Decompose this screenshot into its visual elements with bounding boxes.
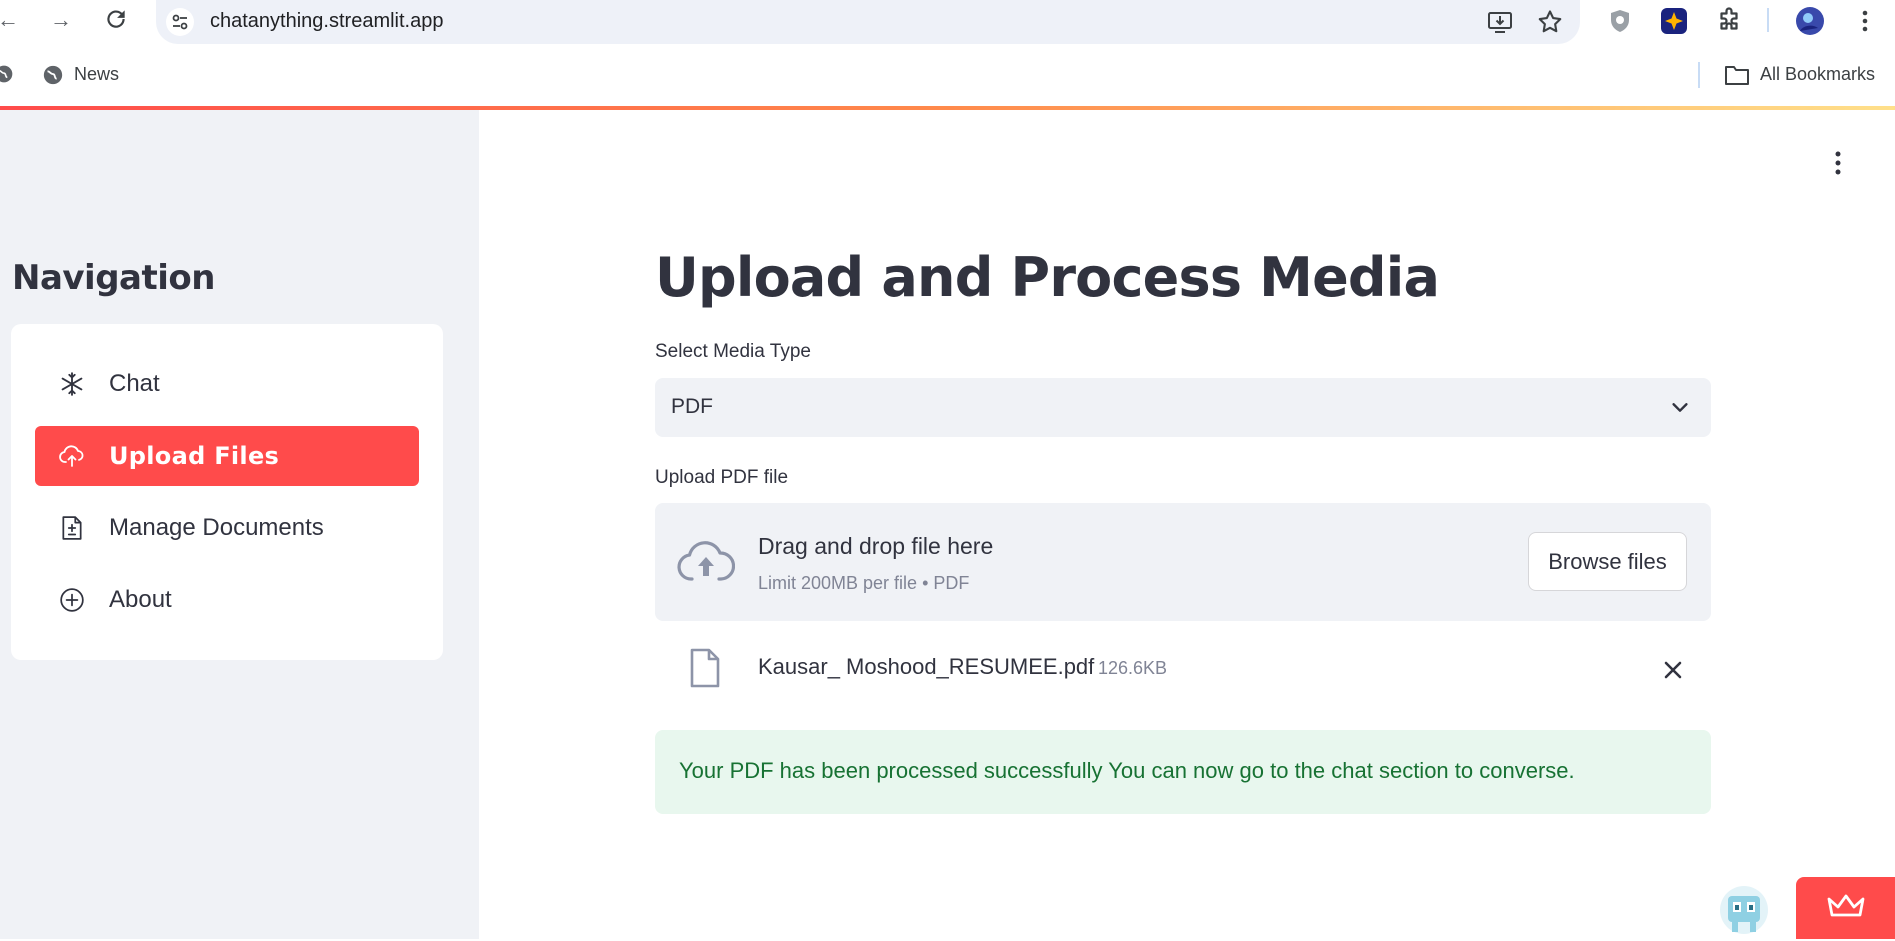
cloud-upload-icon — [677, 539, 736, 585]
page-title: Upload and Process Media — [655, 246, 1440, 309]
nav-item-label: About — [109, 586, 172, 613]
all-bookmarks[interactable]: All Bookmarks — [1760, 64, 1875, 85]
media-type-value: PDF — [671, 395, 713, 418]
address-bar[interactable]: chatanything.streamlit.app — [156, 0, 1580, 44]
cloud-upload-icon — [55, 439, 89, 473]
bookmarks-divider — [1698, 62, 1700, 88]
nav-item-label: Upload Files — [109, 442, 280, 470]
streamlit-badge-button[interactable] — [1796, 877, 1895, 939]
nav-item-manage-documents[interactable]: Manage Documents — [35, 498, 419, 558]
media-type-select[interactable]: PDF — [655, 378, 1711, 437]
sidebar-title: Navigation — [12, 258, 215, 298]
snowflake-icon — [55, 367, 89, 401]
profile-avatar[interactable] — [1795, 6, 1825, 36]
site-settings-icon[interactable] — [166, 8, 194, 36]
install-app-icon[interactable] — [1486, 8, 1514, 36]
file-icon — [688, 648, 722, 688]
nav-menu: Chat Upload Files Manage Documents About — [11, 324, 443, 660]
globe-icon[interactable] — [0, 64, 14, 89]
nav-item-about[interactable]: About — [35, 570, 419, 630]
folder-icon[interactable] — [1724, 64, 1750, 91]
nav-item-upload-files[interactable]: Upload Files — [35, 426, 419, 486]
forward-icon[interactable]: → — [47, 6, 75, 34]
plus-circle-icon — [55, 583, 89, 617]
toolbar-divider — [1767, 8, 1769, 32]
crown-icon — [1826, 893, 1866, 924]
file-size: 126.6KB — [1098, 658, 1168, 678]
nav-item-label: Chat — [109, 370, 160, 397]
browser-menu-icon[interactable] — [1850, 6, 1880, 36]
nav-item-label: Manage Documents — [109, 514, 324, 541]
url-text: chatanything.streamlit.app — [210, 10, 444, 32]
browse-files-button[interactable]: Browse files — [1528, 532, 1687, 591]
remove-file-icon[interactable] — [1661, 658, 1685, 682]
extensions-puzzle-icon[interactable] — [1714, 6, 1744, 36]
document-icon — [55, 511, 89, 545]
dropzone-limit: Limit 200MB per file • PDF — [758, 573, 970, 593]
app-menu-icon[interactable] — [1826, 148, 1850, 178]
success-message: Your PDF has been processed successfully… — [679, 758, 1575, 783]
robot-icon[interactable] — [1718, 884, 1770, 936]
back-icon[interactable]: ← — [0, 6, 22, 34]
bookmark-star-icon[interactable] — [1536, 8, 1564, 36]
shield-extension-icon[interactable] — [1605, 6, 1635, 36]
nav-item-chat[interactable]: Chat — [35, 354, 419, 414]
upload-label: Upload PDF file — [655, 467, 789, 488]
file-name: Kausar_ Moshood_RESUMEE.pdf — [758, 654, 1095, 679]
news-globe-icon[interactable] — [42, 64, 64, 91]
chevron-down-icon — [1669, 396, 1691, 418]
file-dropzone[interactable]: Drag and drop file here Limit 200MB per … — [655, 503, 1711, 621]
star-extension-icon[interactable] — [1659, 6, 1689, 36]
browser-toolbar: ← → chatanything.streamlit.app — [0, 0, 1895, 44]
reload-icon[interactable] — [102, 6, 130, 34]
success-alert: Your PDF has been processed successfully… — [655, 730, 1711, 814]
dropzone-title: Drag and drop file here — [758, 533, 994, 559]
uploaded-file-row: Kausar_ Moshood_RESUMEE.pdf 126.6KB — [655, 640, 1711, 700]
bookmark-news[interactable]: News — [74, 64, 119, 85]
bookmarks-bar: News All Bookmarks — [0, 56, 1895, 98]
media-type-label: Select Media Type — [655, 341, 811, 362]
